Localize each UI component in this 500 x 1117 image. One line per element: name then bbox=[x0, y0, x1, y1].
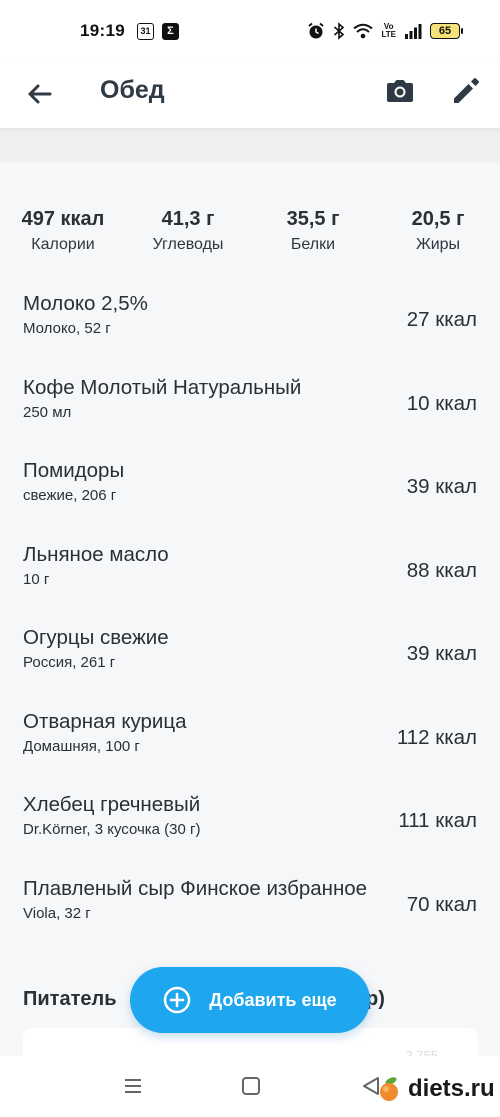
food-item[interactable]: Кофе Молотый Натуральный 250 мл 10 ккал bbox=[0, 372, 500, 456]
wifi-icon bbox=[353, 23, 374, 39]
food-item[interactable]: Льняное масло 10 г 88 ккал bbox=[0, 539, 500, 623]
recent-apps-icon[interactable] bbox=[122, 1075, 144, 1097]
back-arrow-icon[interactable] bbox=[24, 78, 56, 110]
food-detail: Домашняя, 100 г bbox=[23, 737, 140, 755]
sigma-notification-icon: Σ bbox=[161, 22, 179, 40]
summary-calories-label: Калории bbox=[31, 236, 95, 253]
watermark: diets.ru bbox=[376, 1075, 495, 1103]
calendar-notification-icon: 31 bbox=[136, 22, 154, 40]
food-name: Кофе Молотый Натуральный bbox=[23, 375, 302, 399]
food-name: Плавленый сыр Финское избранное bbox=[23, 876, 368, 900]
summary-protein: 35,5 г Белки bbox=[266, 208, 360, 254]
battery-icon: 65 bbox=[430, 23, 463, 39]
meal-content: 497 ккал Калории 41,3 г Углеводы 35,5 г … bbox=[0, 128, 500, 1068]
signal-icon bbox=[405, 24, 422, 39]
food-kcal: 70 ккал bbox=[406, 892, 477, 916]
food-kcal: 10 ккал bbox=[406, 391, 477, 415]
alarm-icon bbox=[308, 22, 325, 39]
summary-fat-value: 20,5 г bbox=[411, 208, 465, 230]
summary-carbs: 41,3 г Углеводы bbox=[140, 208, 236, 254]
food-list: Молоко 2,5% Молоко, 52 г 27 ккал Кофе Мо… bbox=[0, 288, 500, 956]
summary-carbs-label: Углеводы bbox=[152, 236, 224, 253]
food-detail: 10 г bbox=[23, 570, 50, 588]
summary-protein-value: 35,5 г bbox=[286, 208, 340, 230]
food-name: Огурцы свежие bbox=[23, 626, 169, 649]
food-detail: Молоко, 52 г bbox=[23, 320, 111, 337]
add-more-button[interactable]: Добавить еще bbox=[130, 967, 370, 1033]
food-kcal: 88 ккал bbox=[406, 558, 477, 582]
add-more-label: Добавить еще bbox=[209, 989, 337, 1010]
food-name: Хлебец гречневый bbox=[23, 793, 201, 816]
food-detail: Dr.Körner, 3 кусочка (30 г) bbox=[23, 821, 201, 838]
food-kcal: 27 ккал bbox=[406, 308, 477, 331]
camera-icon[interactable] bbox=[384, 75, 416, 107]
summary-fat-label: Жиры bbox=[415, 236, 461, 253]
food-item[interactable]: Молоко 2,5% Молоко, 52 г 27 ккал bbox=[0, 288, 500, 372]
food-name: Льняное масло bbox=[23, 542, 169, 566]
food-item[interactable]: Плавленый сыр Финское избранное Viola, 3… bbox=[0, 873, 500, 957]
summary-calories-value: 497 ккал bbox=[21, 208, 105, 230]
app-bar: Обед bbox=[0, 62, 500, 128]
food-detail: Россия, 261 г bbox=[23, 654, 116, 671]
food-item[interactable]: Огурцы свежие Россия, 261 г 39 ккал bbox=[0, 622, 500, 706]
food-detail: свежие, 206 г bbox=[23, 487, 117, 504]
food-detail: Viola, 32 г bbox=[23, 904, 91, 922]
status-bar: 19:19 31 Σ Vo LTE 65 bbox=[0, 0, 500, 62]
summary-calories: 497 ккал Калории bbox=[14, 208, 112, 254]
page-title: Обед bbox=[100, 76, 165, 104]
summary-fat: 20,5 г Жиры bbox=[392, 208, 484, 254]
food-detail: 250 мл bbox=[23, 403, 72, 421]
food-kcal: 39 ккал bbox=[406, 475, 477, 498]
food-name: Отварная курица bbox=[23, 709, 187, 733]
pencil-icon[interactable] bbox=[450, 75, 482, 107]
bluetooth-icon bbox=[334, 22, 345, 40]
food-kcal: 39 ккал bbox=[406, 642, 477, 665]
food-item[interactable]: Хлебец гречневый Dr.Körner, 3 кусочка (3… bbox=[0, 789, 500, 873]
home-icon[interactable] bbox=[241, 1076, 261, 1096]
summary-protein-label: Белки bbox=[290, 236, 336, 253]
food-kcal: 111 ккал bbox=[398, 809, 477, 832]
food-name: Помидоры bbox=[23, 459, 125, 482]
watermark-text: diets.ru bbox=[408, 1075, 495, 1102]
header-shadow bbox=[0, 128, 500, 162]
nutrients-section-title: Питатель bbox=[23, 988, 117, 1010]
food-item[interactable]: Отварная курица Домашняя, 100 г 112 ккал bbox=[0, 706, 500, 790]
food-name: Молоко 2,5% bbox=[23, 292, 148, 315]
peach-logo-icon bbox=[380, 1077, 398, 1101]
summary-carbs-value: 41,3 г bbox=[161, 208, 215, 230]
volte-indicator: Vo LTE bbox=[381, 22, 396, 39]
food-kcal: 112 ккал bbox=[396, 725, 477, 749]
status-time: 19:19 bbox=[80, 21, 125, 40]
food-item[interactable]: Помидоры свежие, 206 г 39 ккал bbox=[0, 455, 500, 539]
plus-circle-icon bbox=[164, 986, 191, 1014]
